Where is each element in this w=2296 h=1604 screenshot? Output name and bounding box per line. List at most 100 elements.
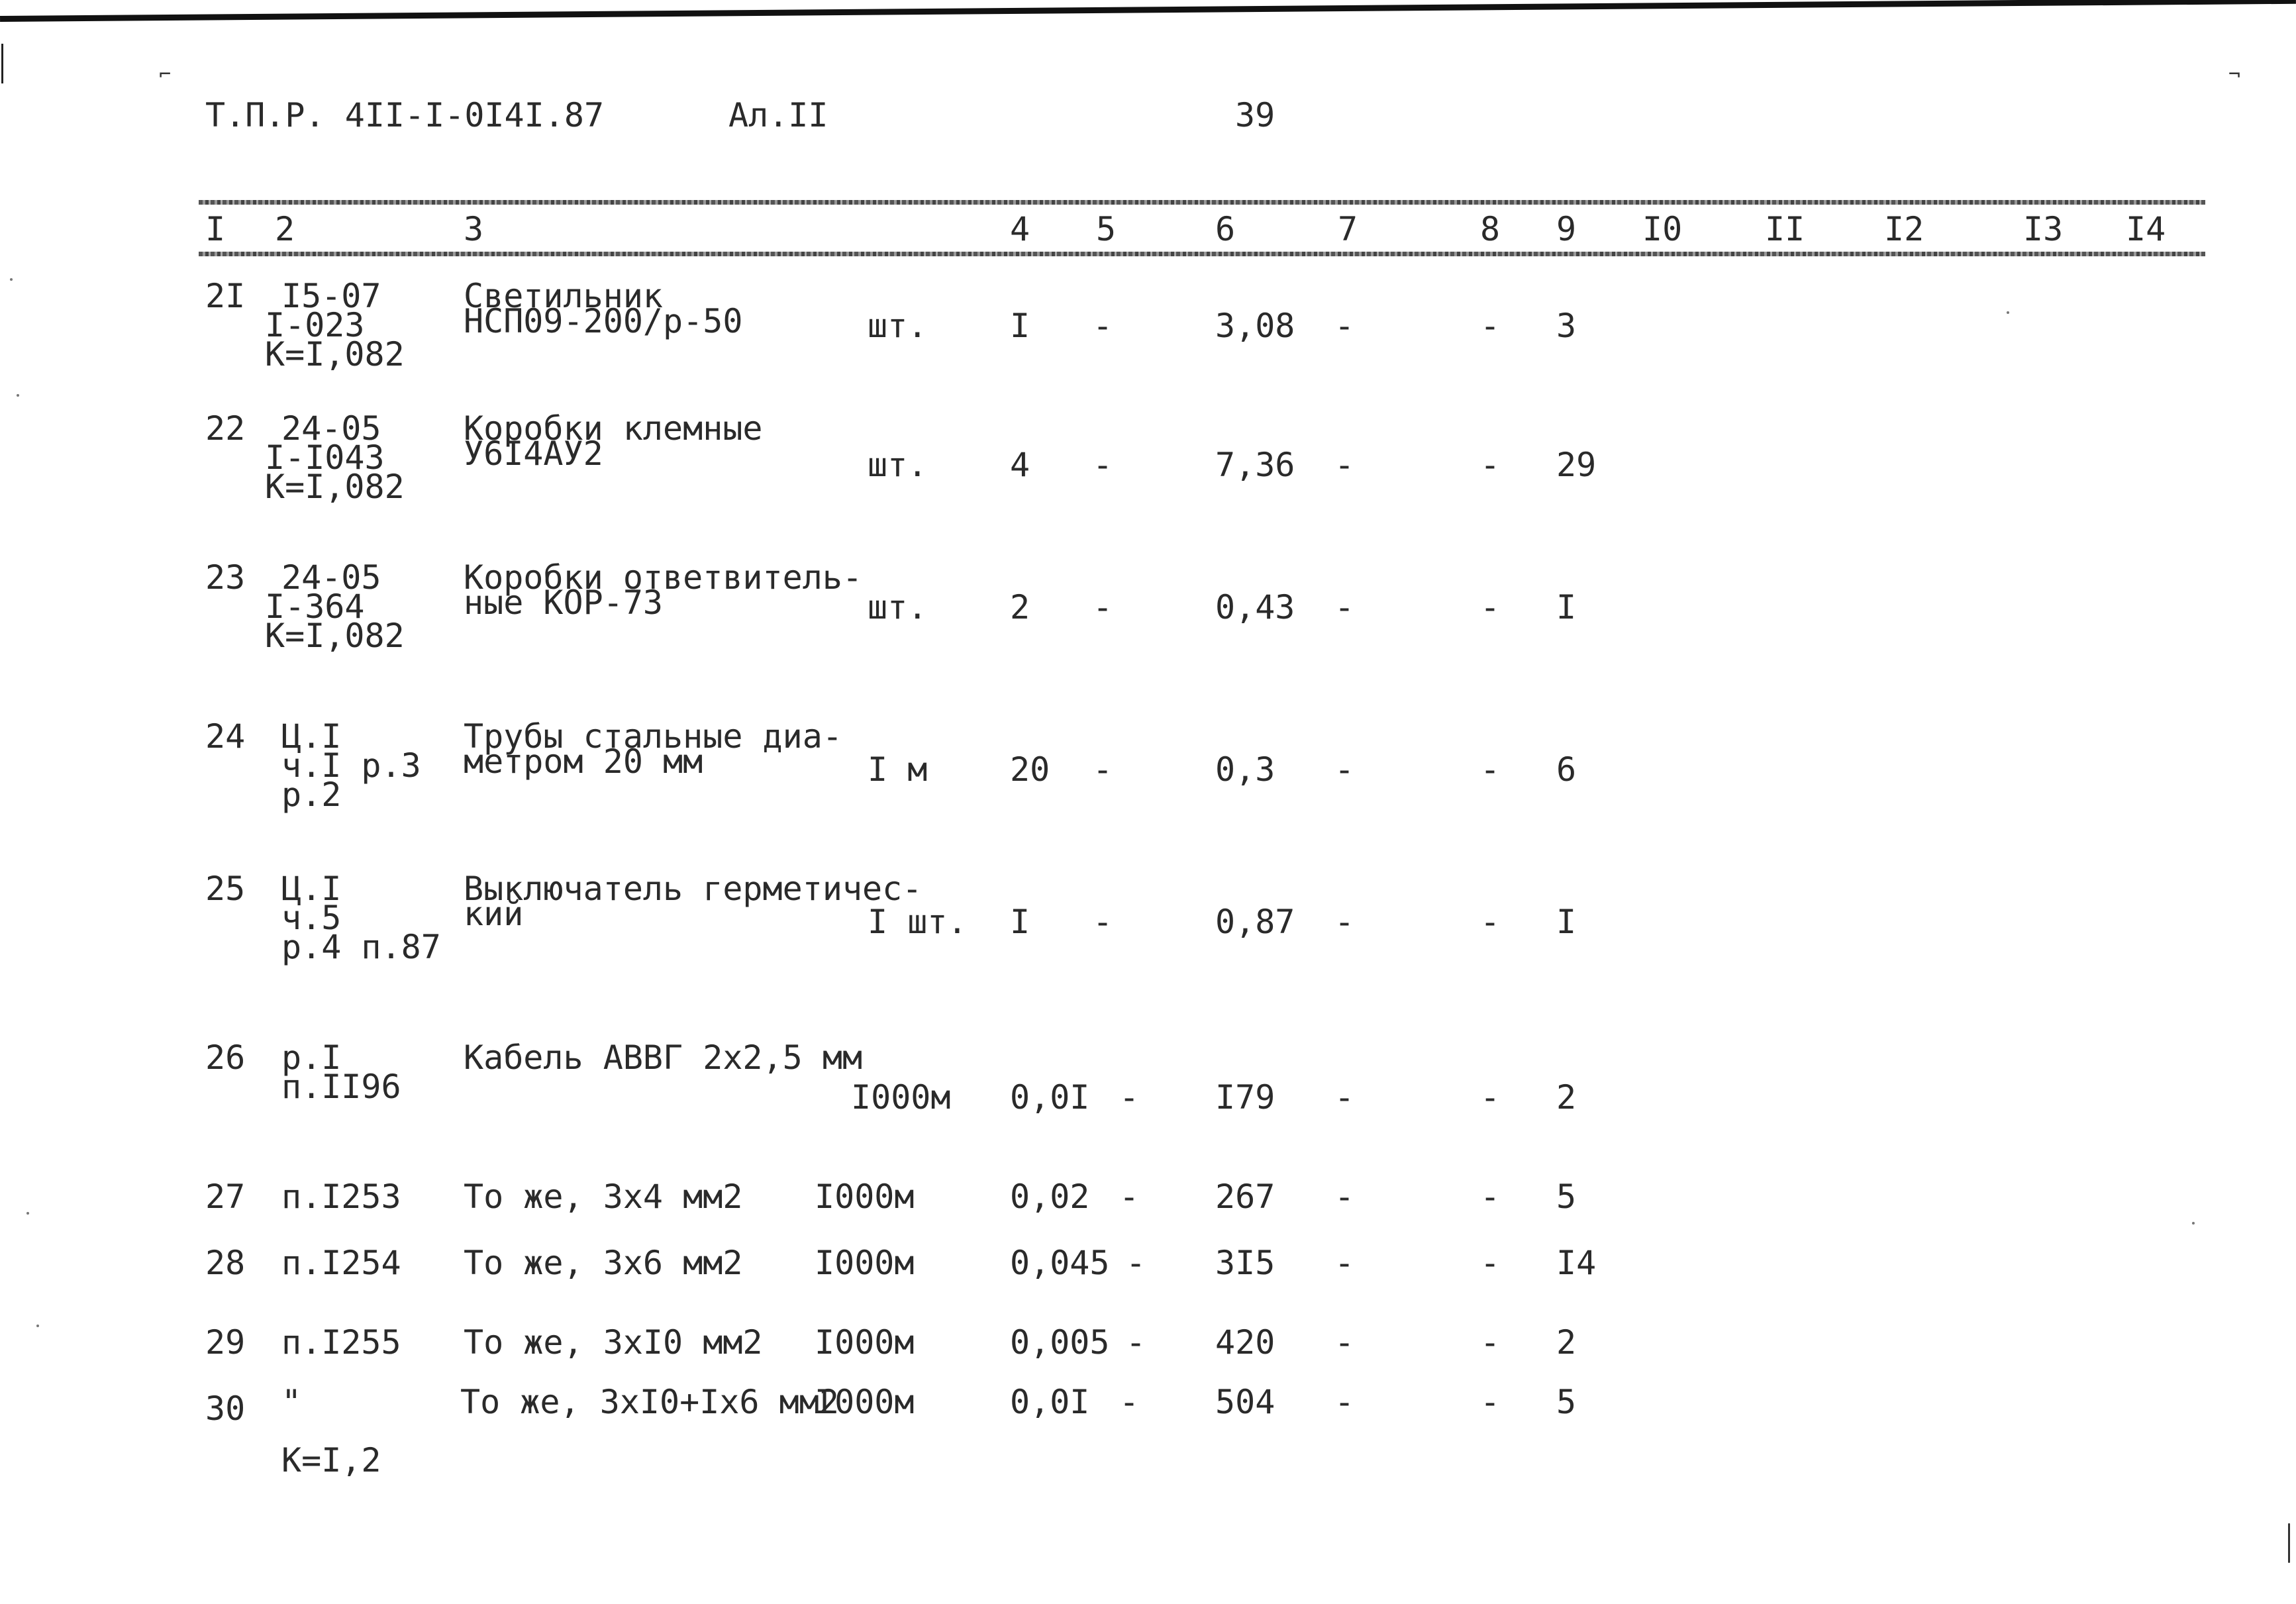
quantity: 4 — [1010, 446, 1030, 484]
row-number: 28 — [205, 1244, 246, 1282]
col5-value: - — [1119, 1178, 1140, 1216]
column-header-7: 7 — [1338, 210, 1358, 248]
item-name-line: метром 20 мм — [464, 742, 703, 781]
unit-cost: 267 — [1215, 1178, 1275, 1216]
column-header-9: 9 — [1556, 210, 1577, 248]
col5-value: - — [1126, 1323, 1146, 1362]
reference-line: п.I255 — [281, 1323, 401, 1362]
quantity: I — [1010, 903, 1030, 941]
table-top-rule — [199, 200, 2205, 205]
reference-line: " — [281, 1383, 302, 1421]
column-header-3: 3 — [464, 210, 484, 248]
col5-value: - — [1093, 903, 1113, 941]
item-name-line: ные КОР-73 — [464, 583, 664, 622]
unit-cost: 7,36 — [1215, 446, 1295, 484]
reference-line: К=I,082 — [265, 468, 405, 506]
reference-line: п.I253 — [281, 1178, 401, 1216]
row-number: 25 — [205, 870, 246, 908]
row-number: 26 — [205, 1038, 246, 1077]
col8-value: - — [1480, 903, 1501, 941]
total-value: 29 — [1556, 446, 1597, 484]
col8-value: - — [1480, 446, 1501, 484]
unit-cost: 0,87 — [1215, 903, 1295, 941]
col8-value: - — [1480, 1323, 1501, 1362]
unit-cost: I79 — [1215, 1078, 1275, 1117]
row-number: 2I — [205, 277, 246, 315]
item-name-line: То же, 3х4 мм2 — [464, 1178, 743, 1216]
row-number: 29 — [205, 1323, 246, 1362]
item-name-line: кий — [464, 895, 524, 933]
col8-value: - — [1480, 750, 1501, 789]
total-value: I — [1556, 903, 1577, 941]
unit: I000м — [815, 1244, 915, 1282]
scan-speck — [2192, 1222, 2195, 1225]
column-header-1: I — [205, 210, 226, 248]
col7-value: - — [1334, 588, 1355, 627]
item-name-line: Выключатель герметичес- — [464, 870, 923, 908]
col7-value: - — [1334, 903, 1355, 941]
unit: шт. — [868, 446, 928, 484]
quantity: I — [1010, 307, 1030, 345]
column-header-6: 6 — [1215, 210, 1236, 248]
col7-value: - — [1334, 1244, 1355, 1282]
column-header-8: 8 — [1480, 210, 1501, 248]
total-value: 2 — [1556, 1323, 1577, 1362]
quantity: 20 — [1010, 750, 1050, 789]
column-header-2: 2 — [275, 210, 295, 248]
col5-value: - — [1093, 446, 1113, 484]
column-header-14: I4 — [2126, 210, 2166, 248]
total-value: 3 — [1556, 307, 1577, 345]
item-name-line: НСП09-200/р-50 — [464, 302, 743, 340]
quantity: 0,0I — [1010, 1383, 1090, 1421]
unit: I000м — [815, 1178, 915, 1216]
col7-value: - — [1334, 1178, 1355, 1216]
total-value: 5 — [1556, 1178, 1577, 1216]
unit-cost: 3,08 — [1215, 307, 1295, 345]
quantity: 0,0I — [1010, 1078, 1090, 1117]
column-header-5: 5 — [1096, 210, 1117, 248]
unit: I000м — [851, 1078, 951, 1117]
total-value: 2 — [1556, 1078, 1577, 1117]
col8-value: - — [1480, 1244, 1501, 1282]
unit: I м — [868, 750, 928, 789]
quantity: 0,005 — [1010, 1323, 1110, 1362]
col8-value: - — [1480, 1178, 1501, 1216]
scan-speck — [26, 1212, 29, 1215]
reference-line: п.II96 — [281, 1068, 401, 1106]
row-number: 23 — [205, 558, 246, 597]
unit-cost: 0,3 — [1215, 750, 1275, 789]
col7-value: - — [1334, 1383, 1355, 1421]
col7-value: - — [1334, 1323, 1355, 1362]
album-label: Ал.II — [728, 96, 828, 134]
unit: I шт. — [868, 903, 968, 941]
scan-edge-mark — [2288, 1523, 2290, 1563]
col5-value: - — [1119, 1383, 1140, 1421]
scan-speck — [2007, 311, 2009, 314]
item-name-line: То же, 3хI0+Iх6 мм2 — [460, 1383, 839, 1421]
unit-cost: 0,43 — [1215, 588, 1295, 627]
column-header-10: I0 — [1642, 210, 1683, 248]
col7-value: - — [1334, 446, 1355, 484]
quantity: 0,045 — [1010, 1244, 1110, 1282]
col7-value: - — [1334, 307, 1355, 345]
item-name-line: Кабель АВВГ 2х2,5 мм — [464, 1038, 863, 1077]
col5-value: - — [1119, 1078, 1140, 1117]
reference-line: р.4 п.87 — [281, 928, 441, 966]
row-number: 24 — [205, 717, 246, 756]
quantity: 2 — [1010, 588, 1030, 627]
unit-cost: 504 — [1215, 1383, 1275, 1421]
scan-speck — [36, 1325, 39, 1327]
reference-line: К=I,2 — [281, 1441, 381, 1479]
reference-line: К=I,082 — [265, 335, 405, 374]
corner-mark-right: ¬ — [2228, 63, 2241, 86]
col8-value: - — [1480, 1383, 1501, 1421]
item-name-line: У6I4АУ2 — [464, 434, 603, 473]
corner-mark-left: ⌐ — [159, 63, 172, 86]
unit: I000м — [815, 1383, 915, 1421]
col5-value: - — [1126, 1244, 1146, 1282]
col7-value: - — [1334, 750, 1355, 789]
unit-cost: 3I5 — [1215, 1244, 1275, 1282]
unit: шт. — [868, 307, 928, 345]
row-number: 22 — [205, 409, 246, 448]
row-number: 30 — [205, 1389, 246, 1428]
